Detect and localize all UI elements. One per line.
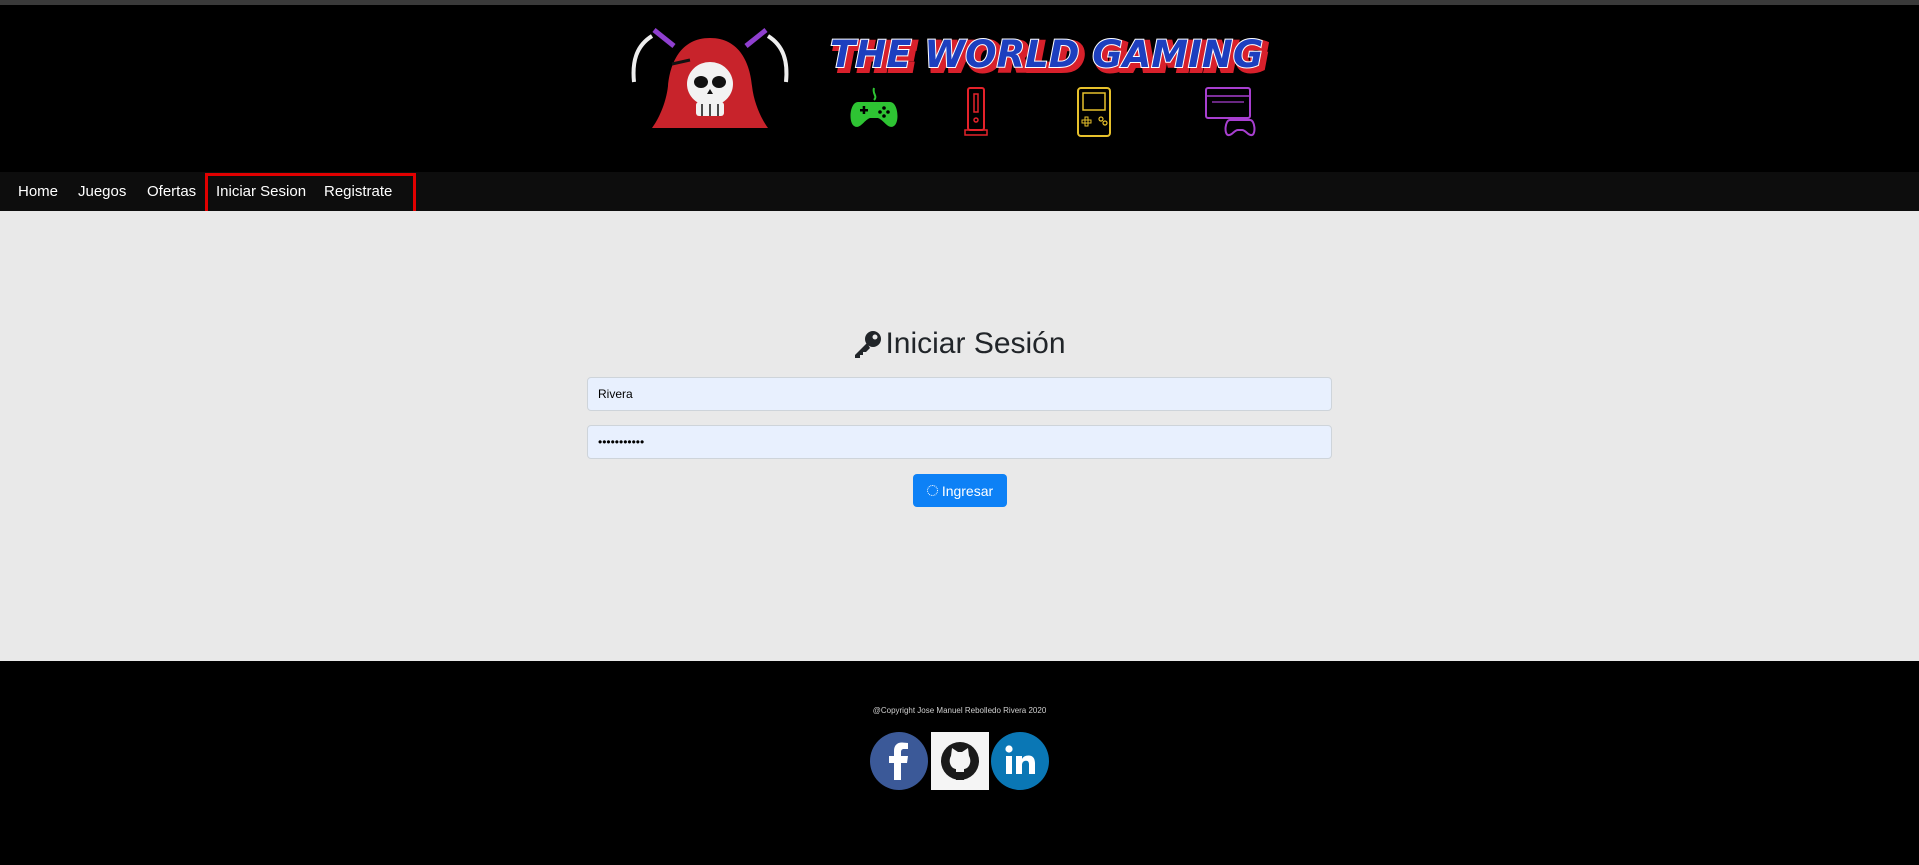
skull-reaper-logo[interactable]: [630, 24, 790, 136]
facebook-icon[interactable]: [870, 732, 928, 790]
brand-title: THE WORLD GAMING THE WORLD GAMING: [830, 32, 1270, 80]
username-input[interactable]: [587, 377, 1332, 411]
wii-console-icon: [964, 87, 988, 136]
copyright-text: @Copyright Jose Manuel Rebolledo Rivera …: [872, 706, 1047, 715]
login-title: Iniciar Sesión: [0, 327, 1919, 361]
password-input[interactable]: [587, 425, 1332, 459]
key-icon: [855, 331, 882, 358]
gameboy-icon: [1077, 87, 1111, 137]
gamepad-icon: [850, 87, 898, 127]
nav-juegos[interactable]: Juegos: [78, 172, 126, 211]
svg-text:THE WORLD GAMING: THE WORLD GAMING: [830, 33, 1263, 76]
pc-console-icon: [1205, 87, 1256, 137]
login-title-text: Iniciar Sesión: [885, 327, 1066, 360]
ingresar-button[interactable]: Ingresar: [913, 474, 1007, 507]
nav-ofertas[interactable]: Ofertas: [147, 172, 196, 211]
linkedin-icon[interactable]: [991, 732, 1049, 790]
spinner-icon: [926, 485, 938, 496]
nav-home[interactable]: Home: [18, 172, 58, 211]
ingresar-label: Ingresar: [941, 482, 994, 499]
github-icon[interactable]: [931, 732, 989, 790]
